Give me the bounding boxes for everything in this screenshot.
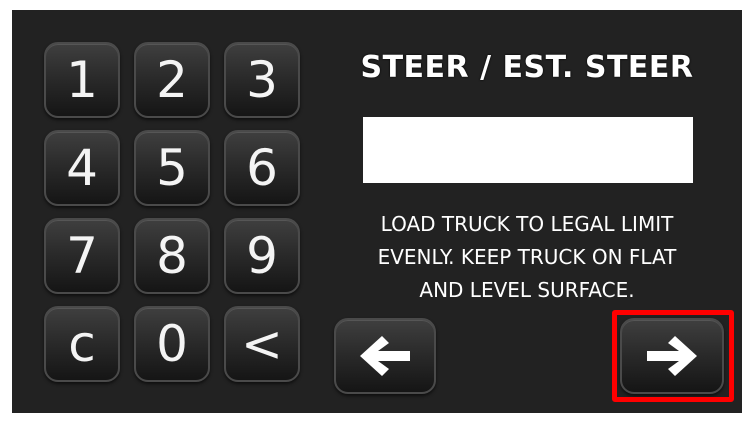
key-3[interactable]: 3 — [224, 42, 300, 118]
key-0[interactable]: 0 — [134, 306, 210, 382]
key-9[interactable]: 9 — [224, 218, 300, 294]
instructions-text: LOAD TRUCK TO LEGAL LIMIT EVENLY. KEEP T… — [332, 208, 722, 307]
back-button[interactable] — [334, 318, 436, 394]
key-6[interactable]: 6 — [224, 130, 300, 206]
key-4[interactable]: 4 — [44, 130, 120, 206]
next-button[interactable] — [620, 318, 724, 394]
key-7[interactable]: 7 — [44, 218, 120, 294]
key-8[interactable]: 8 — [134, 218, 210, 294]
arrow-right-icon — [647, 336, 697, 376]
page-title: STEER / EST. STEER — [360, 50, 694, 85]
instruction-line: AND LEVEL SURFACE. — [419, 278, 635, 302]
backspace-key[interactable]: < — [224, 306, 300, 382]
clear-key[interactable]: c — [44, 306, 120, 382]
value-entry-field[interactable] — [363, 117, 693, 183]
key-1[interactable]: 1 — [44, 42, 120, 118]
key-2[interactable]: 2 — [134, 42, 210, 118]
key-5[interactable]: 5 — [134, 130, 210, 206]
screen: 1 2 3 4 5 6 7 8 9 c 0 < STEER / EST. STE… — [12, 10, 742, 413]
instruction-line: LOAD TRUCK TO LEGAL LIMIT — [380, 212, 674, 236]
instruction-line: EVENLY. KEEP TRUCK ON FLAT — [377, 245, 677, 269]
arrow-left-icon — [360, 336, 410, 376]
